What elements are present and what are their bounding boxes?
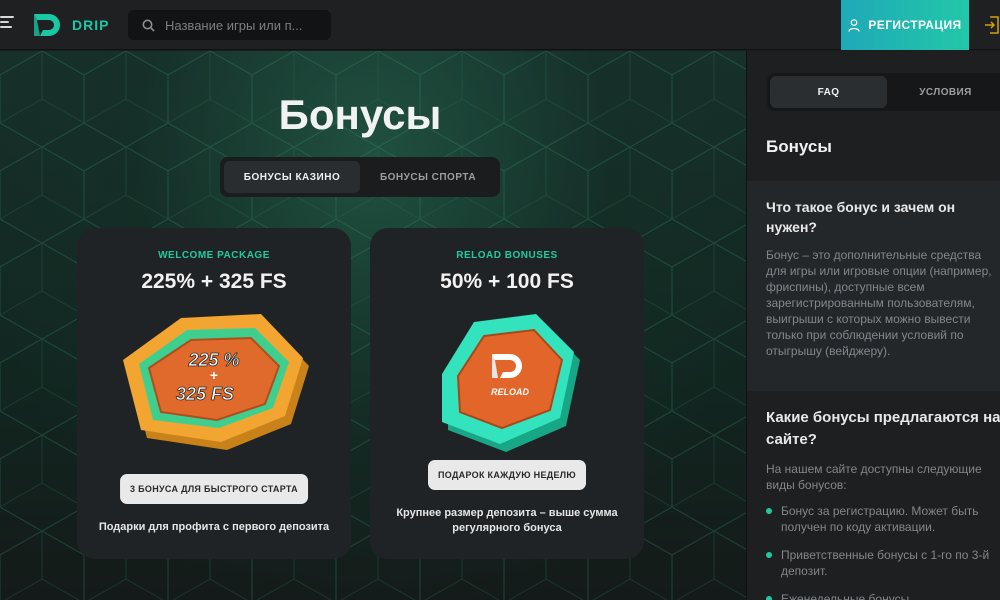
list-item: Бонус за регистрацию. Может быть получен… (766, 503, 1000, 535)
faq-question: Что такое бонус и зачем он нужен? (766, 199, 956, 235)
page-title: Бонусы (278, 91, 442, 138)
user-icon (848, 18, 861, 32)
login-icon[interactable] (984, 16, 1000, 34)
card-amount: 50% + 100 FS (440, 270, 574, 293)
sidebar-tabs: FAQ УСЛОВИЯ (767, 73, 1000, 111)
search-input[interactable] (165, 17, 325, 33)
card-label: RELOAD BONUSES (456, 250, 558, 261)
list-item: Приветственные бонусы с 1-го по 3-й депо… (766, 547, 1000, 579)
list-item: Еженедельные бонусы (766, 591, 1000, 600)
faq-sidebar: FAQ УСЛОВИЯ Бонусы Что такое бонус и зач… (746, 51, 1000, 600)
register-button[interactable]: РЕГИСТРАЦИЯ (841, 0, 969, 50)
bonus-type-tabs: БОНУСЫ КАЗИНО БОНУСЫ СПОРТА (220, 157, 500, 197)
welcome-hexagon-icon: 225 % + 325 FS (123, 314, 309, 450)
drip-logo-icon (34, 14, 60, 36)
sidebar-title: Бонусы (766, 137, 832, 156)
card-chip[interactable]: 3 БОНУСА ДЛЯ БЫСТРОГО СТАРТА (120, 474, 308, 504)
top-header: DRIP РЕГИСТРАЦИЯ (0, 0, 1000, 50)
tab-conditions[interactable]: УСЛОВИЯ (887, 76, 1000, 108)
search-icon (142, 19, 155, 32)
register-label: РЕГИСТРАЦИЯ (868, 18, 962, 32)
tab-faq[interactable]: FAQ (770, 76, 887, 108)
logo-text: DRIP (72, 17, 110, 33)
faq-item[interactable]: Что такое бонус и зачем он нужен? Бонус … (747, 181, 1000, 391)
bonus-types-list: Бонус за регистрацию. Может быть получен… (766, 503, 1000, 600)
card-description: Подарки для профита с первого депозита (98, 521, 330, 533)
faq-question: Какие бонусы предлагаются на сайте? (766, 409, 1000, 448)
art-text-3: 325 FS (176, 384, 234, 404)
card-description: Крупнее размер депозита – выше сумма рег… (396, 507, 618, 534)
tab-casino-bonuses[interactable]: БОНУСЫ КАЗИНО (224, 161, 360, 193)
reload-bonuses-card[interactable]: RELOAD BONUSES 50% + 100 FS RELOAD ПОДАР… (370, 228, 644, 559)
faq-item[interactable]: Какие бонусы предлагаются на сайте? На н… (747, 391, 1000, 600)
logo[interactable]: DRIP (32, 12, 109, 38)
welcome-package-card[interactable]: WELCOME PACKAGE 225% + 325 FS 225 % + 32… (77, 228, 351, 559)
bonuses-main: Бонусы БОНУСЫ КАЗИНО БОНУСЫ СПОРТА WELCO… (0, 51, 746, 600)
card-label: WELCOME PACKAGE (158, 250, 270, 261)
art-text-1: RELOAD (491, 387, 530, 397)
card-amount: 225% + 325 FS (141, 270, 287, 293)
card-chip[interactable]: ПОДАРОК КАЖДУЮ НЕДЕЛЮ (428, 460, 586, 490)
search-box[interactable] (128, 10, 331, 40)
art-text-2: + (210, 367, 218, 383)
faq-answer: На нашем сайте доступны следующие виды б… (766, 462, 982, 492)
faq-answer: Бонус – это дополнительные средства для … (766, 248, 992, 358)
reload-hexagon-icon: RELOAD (442, 314, 580, 452)
menu-icon[interactable] (0, 16, 14, 32)
tab-sport-bonuses[interactable]: БОНУСЫ СПОРТА (360, 161, 496, 193)
